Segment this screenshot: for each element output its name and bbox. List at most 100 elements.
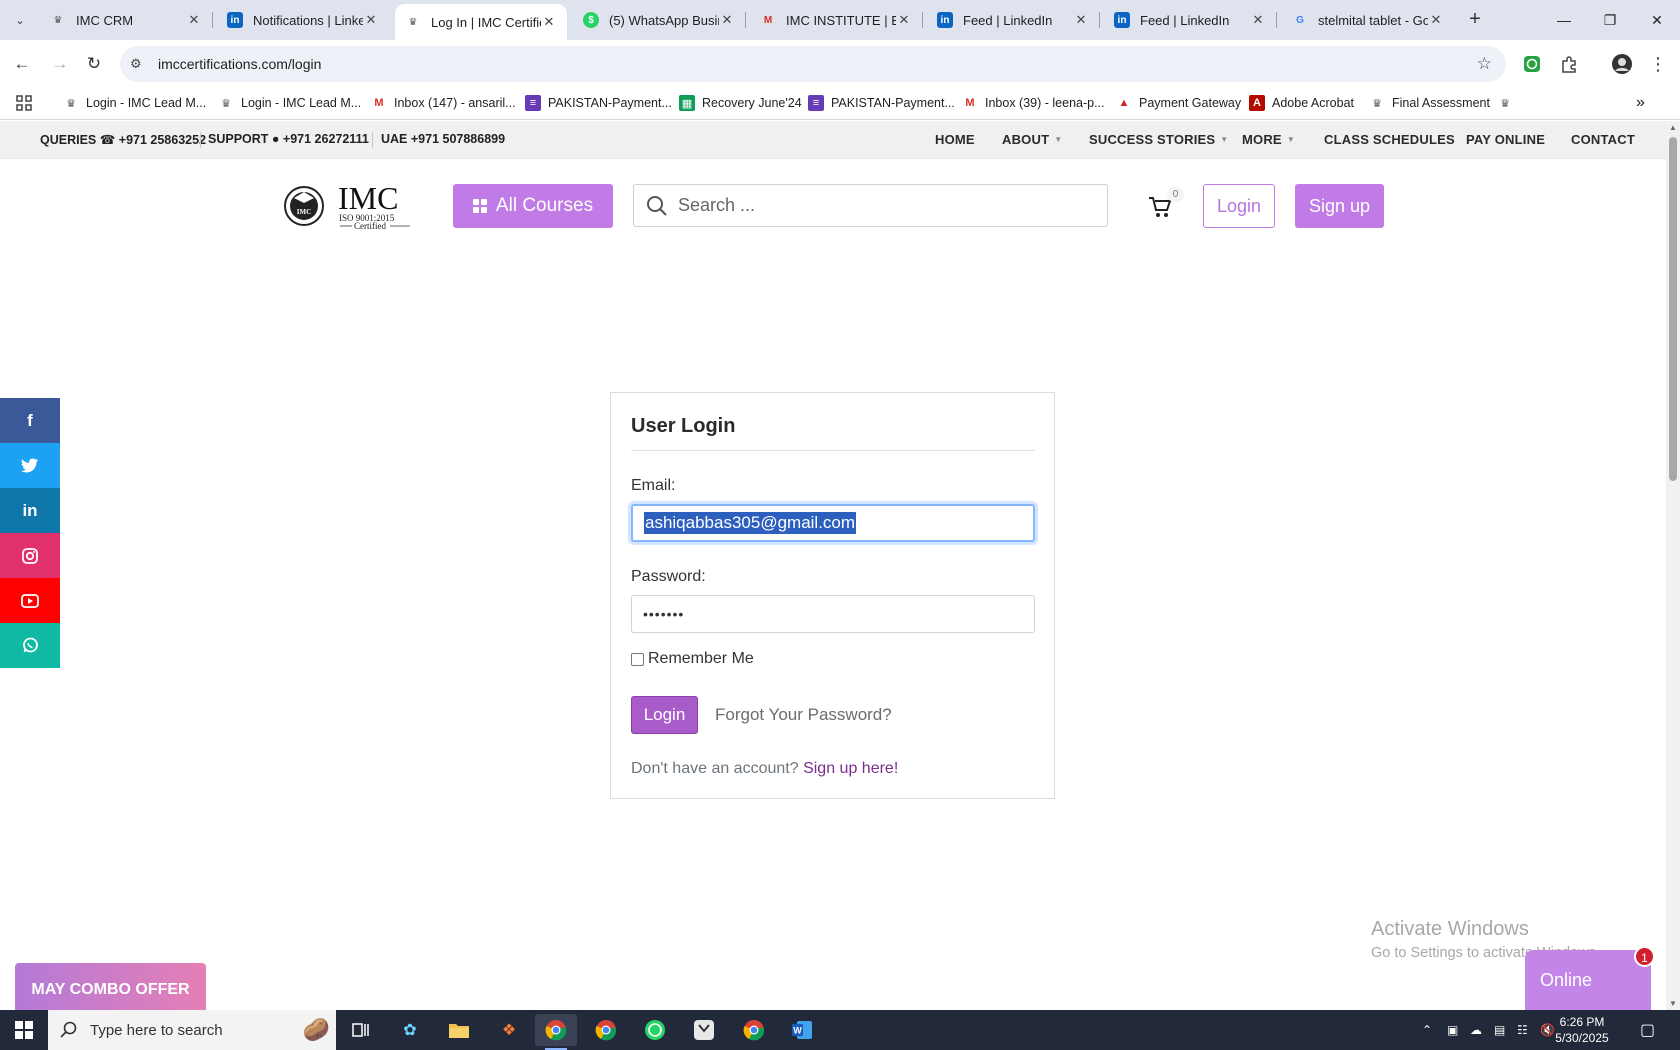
close-icon[interactable]: ✕ [1073,12,1089,28]
bookmark-pakistan-payment-1[interactable]: ≡ PAKISTAN-Payment... [525,92,672,114]
facebook-icon[interactable]: f [0,398,60,443]
extensions-puzzle-icon[interactable] [1557,52,1581,76]
window-close-icon[interactable]: ✕ [1634,0,1680,40]
imc-logo[interactable]: IMC IMC ISO 9001:2015 Certified [282,178,414,234]
bookmark-payment-gateway[interactable]: ▲ Payment Gateway [1116,92,1242,114]
task-view-icon[interactable] [340,1014,382,1046]
youtube-icon[interactable] [0,578,60,623]
menu-pay-online[interactable]: PAY ONLINE [1466,132,1545,147]
bookmark-inbox-ansari[interactable]: M Inbox (147) - ansaril... [371,92,515,114]
bookmark-adobe-acrobat[interactable]: A Adobe Acrobat [1249,92,1354,114]
login-submit-button[interactable]: Login [631,696,698,734]
bookmark-login-imc-lead-2[interactable]: ♛ Login - IMC Lead M... [218,92,361,114]
close-icon[interactable]: ✕ [1428,12,1444,28]
chrome-menu-icon[interactable]: ⋮ [1646,52,1670,76]
remember-me-row[interactable]: Remember Me [631,650,754,668]
close-icon[interactable]: ✕ [719,12,735,28]
chrome-taskbar-icon-1[interactable] [535,1014,577,1050]
queries-phone[interactable]: QUERIES ☎ +971 25863252 [40,132,206,147]
tab-notifications-linkedin[interactable]: in Notifications | Linke ✕ [217,4,389,36]
tray-network-icon[interactable]: ☷ [1517,1010,1528,1050]
menu-about[interactable]: ABOUT ▼ [1002,132,1062,147]
site-settings-icon[interactable]: ⚙ [130,56,146,72]
tray-screen-icon[interactable]: ▤ [1494,1010,1505,1050]
menu-home[interactable]: HOME [935,132,975,147]
bookmark-imc-extra[interactable]: ♛ [1497,92,1520,114]
minimize-icon[interactable]: — [1541,0,1587,40]
back-arrow-icon[interactable]: ← [8,50,36,78]
whatsapp-icon[interactable] [0,623,60,668]
tab-login-imc[interactable]: ♛ Log In | IMC Certific ✕ [395,4,567,40]
email-field[interactable]: ashiqabbas305@gmail.com [631,504,1035,542]
scroll-up-arrow-icon[interactable]: ▲ [1669,123,1677,132]
chrome-taskbar-icon-2[interactable] [585,1014,627,1046]
profile-avatar-icon[interactable] [1610,52,1634,76]
bookmark-pakistan-payment-2[interactable]: ≡ PAKISTAN-Payment... [808,92,955,114]
reload-icon[interactable]: ↻ [80,50,108,78]
bookmarks-overflow-chevron-icon[interactable]: » [1636,92,1645,114]
close-icon[interactable]: ✕ [896,12,912,28]
tab-feed-linkedin-2[interactable]: in Feed | LinkedIn ✕ [1104,4,1277,36]
apps-grid-icon[interactable] [16,92,32,114]
instagram-icon[interactable] [0,533,60,578]
header-signup-button[interactable]: Sign up [1295,184,1384,228]
windows-start-icon[interactable] [0,1010,48,1050]
tray-onedrive-icon[interactable]: ☁ [1470,1010,1482,1050]
page-scrollbar[interactable]: ▲ ▼ [1666,121,1680,1010]
search-input[interactable] [678,195,1078,216]
taskbar-search-box[interactable]: Type here to search 🥔 [48,1010,336,1050]
remember-me-checkbox[interactable] [631,652,644,666]
word-icon[interactable]: W [781,1014,823,1046]
close-icon[interactable]: ✕ [1250,12,1266,28]
address-bar[interactable]: ⚙ imccertifications.com/login ☆ [120,46,1506,82]
support-phone[interactable]: SUPPORT ● +971 26272111 [208,132,369,146]
tab-imc-crm[interactable]: ♛ IMC CRM ✕ [40,4,213,36]
tab-google-search[interactable]: G stelmital tablet - Go ✕ [1282,4,1454,36]
linkedin-icon[interactable]: in [0,488,60,533]
header-login-button[interactable]: Login [1203,184,1275,228]
bookmark-recovery-june[interactable]: ▦ Recovery June'24 [679,92,802,114]
remember-me-label[interactable]: Remember Me [648,650,754,668]
tab-imc-institute-gmail[interactable]: M IMC INSTITUTE | ENI ✕ [750,4,923,36]
close-icon[interactable]: ✕ [186,12,202,28]
notifications-icon[interactable]: ▢ [1640,1010,1655,1050]
password-field[interactable]: ••••••• [631,595,1035,633]
menu-success-stories[interactable]: SUCCESS STORIES ▼ [1089,132,1228,147]
menu-more[interactable]: MORE ▼ [1242,132,1295,147]
tab-whatsapp-business[interactable]: $ (5) WhatsApp Busin ✕ [573,4,746,36]
tab-feed-linkedin[interactable]: in Feed | LinkedIn ✕ [927,4,1100,36]
restore-icon[interactable]: ❐ [1587,0,1633,40]
menu-contact[interactable]: CONTACT [1571,132,1635,147]
all-courses-button[interactable]: All Courses [453,184,613,228]
scrollbar-thumb[interactable] [1669,137,1677,481]
tab-search-chevron-icon[interactable]: ⌄ [6,8,34,32]
menu-class-schedules[interactable]: CLASS SCHEDULES [1324,132,1455,147]
clock-app-icon[interactable] [683,1014,725,1046]
twitter-icon[interactable] [0,443,60,488]
scroll-down-arrow-icon[interactable]: ▼ [1669,999,1677,1008]
address-url[interactable]: imccertifications.com/login [158,56,321,72]
close-icon[interactable]: ✕ [541,14,557,30]
online-chat-widget[interactable]: Online [1525,950,1651,1010]
tray-meet-icon[interactable]: ▣ [1447,1010,1458,1050]
new-tab-plus-icon[interactable]: + [1463,8,1487,32]
may-combo-offer-button[interactable]: MAY COMBO OFFER [15,963,206,1015]
taskbar-clock[interactable]: 6:26 PM 5/30/2025 [1542,1014,1622,1046]
whatsapp-taskbar-icon[interactable] [634,1014,676,1046]
bookmark-login-imc-lead-1[interactable]: ♛ Login - IMC Lead M... [63,92,206,114]
site-search[interactable] [633,184,1108,227]
file-explorer-icon[interactable] [438,1014,480,1046]
bookmark-final-assessment[interactable]: ♛ Final Assessment [1369,92,1490,114]
forward-arrow-icon[interactable]: → [46,50,74,78]
close-icon[interactable]: ✕ [363,12,379,28]
bookmark-star-icon[interactable]: ☆ [1477,54,1492,74]
chrome-taskbar-icon-3[interactable] [733,1014,775,1046]
app-flame-icon[interactable]: ❖ [488,1014,530,1046]
signup-here-link[interactable]: Sign up here! [803,760,898,777]
copilot-icon[interactable]: ✿ [389,1014,431,1046]
tray-chevron-up-icon[interactable]: ⌃ [1422,1010,1432,1050]
forgot-password-link[interactable]: Forgot Your Password? [715,705,892,725]
bookmark-inbox-leena[interactable]: M Inbox (39) - leena-p... [962,92,1104,114]
uae-phone[interactable]: UAE +971 507886899 [381,132,505,146]
whatsapp-extension-icon[interactable] [1520,52,1544,76]
